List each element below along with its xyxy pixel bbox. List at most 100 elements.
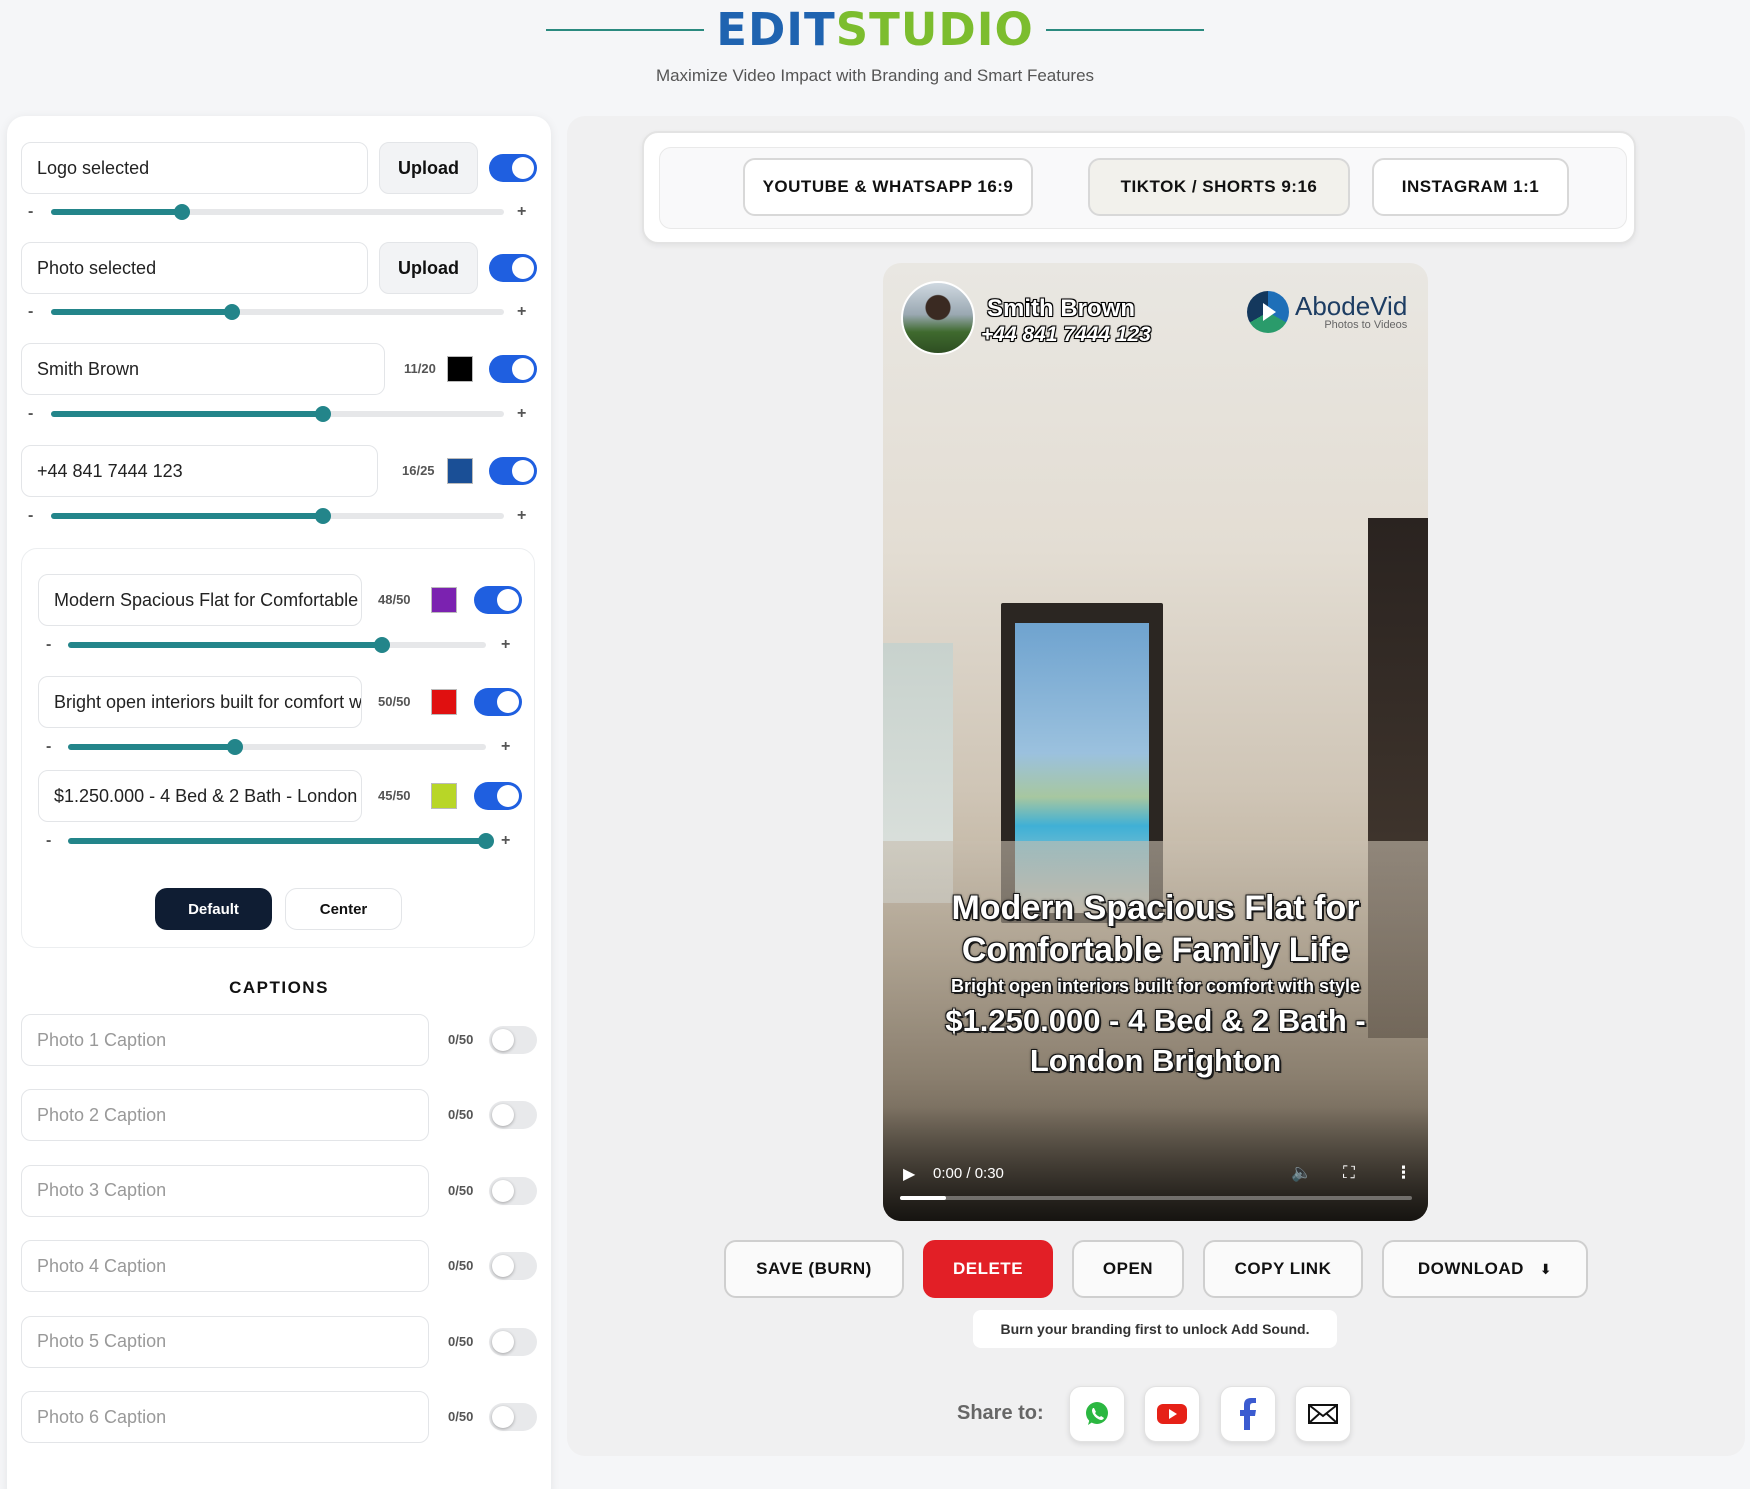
delete-button[interactable]: DELETE xyxy=(923,1240,1053,1298)
caption-char-count: 0/50 xyxy=(448,1333,474,1349)
title-size-slider[interactable] xyxy=(68,637,486,653)
video-player[interactable]: Smith Brown +44 841 7444 123 AbodeVid Ph… xyxy=(883,263,1428,1221)
overlay-title-line2: Comfortable Family Life xyxy=(961,931,1350,969)
format-youtube-button[interactable]: YOUTUBE & WHATSAPP 16:9 xyxy=(743,158,1033,216)
captions-heading: CAPTIONS xyxy=(229,978,329,997)
email-icon[interactable] xyxy=(1295,1386,1351,1442)
subtitle-size-slider[interactable] xyxy=(68,739,486,755)
save-burn-button[interactable]: SAVE (BURN) xyxy=(724,1240,904,1298)
photo-file-field[interactable]: Photo selected xyxy=(21,242,368,294)
phone-size-increase[interactable]: + xyxy=(517,508,526,524)
price-color-swatch[interactable] xyxy=(431,783,457,809)
name-input[interactable]: Smith Brown xyxy=(21,343,385,395)
caption-input[interactable]: Photo 1 Caption xyxy=(21,1014,429,1066)
format-tiktok-button[interactable]: TIKTOK / SHORTS 9:16 xyxy=(1088,158,1350,216)
youtube-icon[interactable] xyxy=(1144,1386,1200,1442)
logo-size-increase[interactable]: + xyxy=(517,204,526,220)
play-logo-icon xyxy=(1247,291,1289,333)
photo-size-decrease[interactable]: - xyxy=(28,304,33,320)
photo-size-increase[interactable]: + xyxy=(517,304,526,320)
facebook-icon[interactable] xyxy=(1220,1386,1276,1442)
position-default-button[interactable]: Default xyxy=(155,888,272,930)
subtitle-size-increase[interactable]: + xyxy=(501,739,510,755)
caption-input[interactable]: Photo 5 Caption xyxy=(21,1315,429,1368)
price-size-decrease[interactable]: - xyxy=(46,833,51,849)
caption-input[interactable]: Photo 6 Caption xyxy=(21,1391,429,1443)
photo-size-slider[interactable] xyxy=(51,304,504,320)
page-subtitle: Maximize Video Impact with Branding and … xyxy=(655,66,1095,85)
slider-thumb[interactable] xyxy=(227,739,244,755)
logo-size-slider[interactable] xyxy=(51,204,504,220)
name-toggle[interactable] xyxy=(489,355,537,383)
subtitle-char-count: 50/50 xyxy=(378,694,411,709)
caption-input[interactable]: Photo 2 Caption xyxy=(21,1089,429,1142)
format-selector: YOUTUBE & WHATSAPP 16:9 TIKTOK / SHORTS … xyxy=(642,131,1636,244)
open-button[interactable]: OPEN xyxy=(1072,1240,1184,1298)
whatsapp-icon[interactable] xyxy=(1069,1386,1125,1442)
photo-upload-button[interactable]: Upload xyxy=(379,242,478,294)
caption-toggle[interactable] xyxy=(489,1026,537,1054)
overlay-price-line2: London Brighton xyxy=(1029,1043,1282,1078)
title-size-decrease[interactable]: - xyxy=(46,637,51,653)
download-button[interactable]: DOWNLOAD ⬇ xyxy=(1382,1240,1588,1298)
slider-thumb[interactable] xyxy=(373,637,390,653)
slider-thumb[interactable] xyxy=(478,833,494,849)
caption-char-count: 0/50 xyxy=(448,1258,474,1274)
name-size-slider[interactable] xyxy=(51,406,504,422)
add-sound-notice: Burn your branding first to unlock Add S… xyxy=(973,1310,1337,1348)
copy-link-button[interactable]: COPY LINK xyxy=(1203,1240,1363,1298)
subtitle-color-swatch[interactable] xyxy=(431,689,457,715)
photo-toggle[interactable] xyxy=(489,254,537,282)
phone-size-decrease[interactable]: - xyxy=(28,508,33,524)
phone-toggle[interactable] xyxy=(489,457,537,485)
logo-toggle[interactable] xyxy=(489,154,537,182)
title-color-swatch[interactable] xyxy=(431,587,457,613)
slider-thumb[interactable] xyxy=(314,406,331,422)
subtitle-toggle[interactable] xyxy=(474,688,522,716)
title-toggle[interactable] xyxy=(474,586,522,614)
price-char-count: 45/50 xyxy=(378,788,411,803)
video-controls: ▶ 0:00 / 0:30 🔈 ⛶ ⋮ xyxy=(883,1151,1428,1221)
video-progress-bar[interactable] xyxy=(900,1196,1412,1200)
price-size-slider[interactable] xyxy=(68,833,494,849)
caption-char-count: 0/50 xyxy=(448,1032,474,1047)
title-text-input[interactable]: Modern Spacious Flat for Comfortable Fam… xyxy=(38,574,362,626)
price-toggle[interactable] xyxy=(474,782,522,810)
phone-char-count: 16/25 xyxy=(402,463,435,478)
logo-size-decrease[interactable]: - xyxy=(28,204,33,220)
overlay-agent-phone: +44 841 7444 123 xyxy=(981,323,1151,346)
phone-color-swatch[interactable] xyxy=(447,458,473,484)
subtitle-text-input[interactable]: Bright open interiors built for comfort … xyxy=(38,676,362,728)
title-size-increase[interactable]: + xyxy=(501,637,510,653)
mute-icon[interactable]: 🔈 xyxy=(1291,1163,1312,1183)
phone-input[interactable]: +44 841 7444 123 xyxy=(21,445,378,497)
fullscreen-icon[interactable]: ⛶ xyxy=(1343,1163,1355,1183)
caption-input[interactable]: Photo 4 Caption xyxy=(21,1240,429,1293)
phone-size-slider[interactable] xyxy=(51,508,504,524)
subtitle-size-decrease[interactable]: - xyxy=(46,739,51,755)
caption-toggle[interactable] xyxy=(489,1252,537,1281)
title-char-count: 48/50 xyxy=(378,592,411,607)
name-size-increase[interactable]: + xyxy=(517,406,526,422)
slider-thumb[interactable] xyxy=(174,204,191,220)
slider-thumb[interactable] xyxy=(314,508,331,524)
settings-panel: Logo selected Upload - + Photo selected … xyxy=(7,116,551,1489)
caption-toggle[interactable] xyxy=(489,1176,537,1205)
play-icon[interactable]: ▶ xyxy=(903,1164,915,1184)
caption-toggle[interactable] xyxy=(489,1327,537,1356)
caption-toggle[interactable] xyxy=(489,1403,537,1431)
caption-toggle[interactable] xyxy=(489,1101,537,1130)
caption-input[interactable]: Photo 3 Caption xyxy=(21,1164,429,1217)
slider-thumb[interactable] xyxy=(224,304,241,320)
format-instagram-button[interactable]: INSTAGRAM 1:1 xyxy=(1372,158,1569,216)
position-center-button[interactable]: Center xyxy=(285,888,402,930)
more-icon[interactable]: ⋮ xyxy=(1395,1163,1412,1183)
logo-file-field[interactable]: Logo selected xyxy=(21,142,368,194)
overlay-title-line1: Modern Spacious Flat for xyxy=(951,889,1360,927)
name-color-swatch[interactable] xyxy=(447,356,473,382)
brand-divider-left xyxy=(546,29,705,31)
price-text-input[interactable]: $1.250.000 - 4 Bed & 2 Bath - London Bri… xyxy=(38,770,362,822)
logo-upload-button[interactable]: Upload xyxy=(379,142,478,194)
price-size-increase[interactable]: + xyxy=(501,833,510,849)
name-size-decrease[interactable]: - xyxy=(28,406,33,422)
